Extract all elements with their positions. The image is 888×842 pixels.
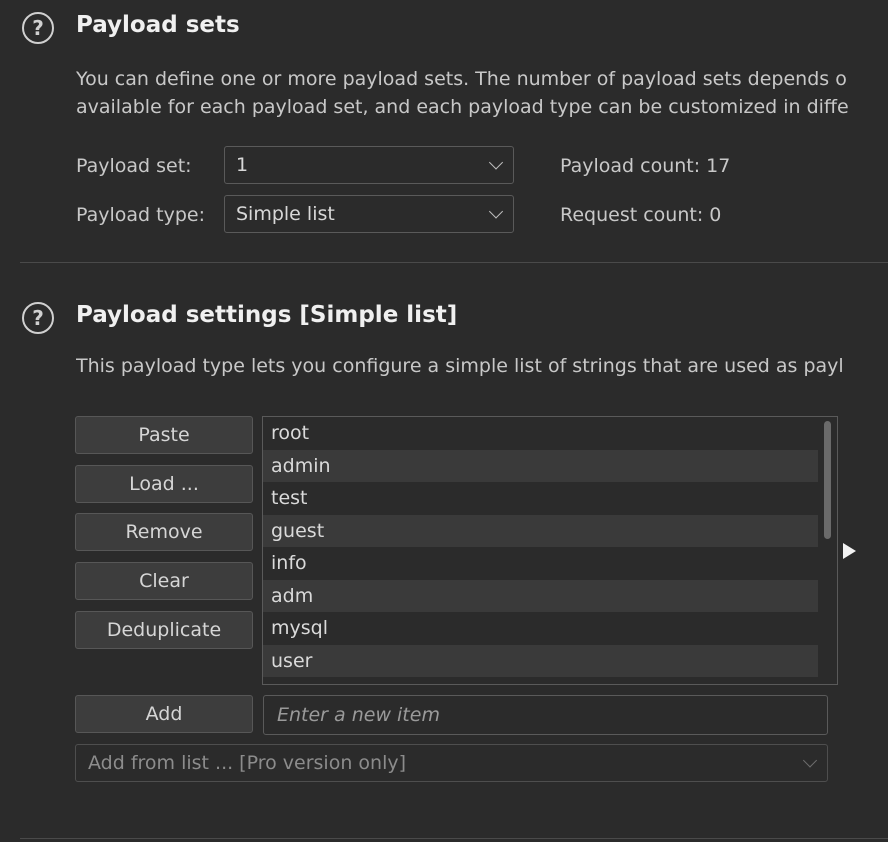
list-item[interactable]: admin bbox=[263, 449, 818, 482]
load-button[interactable]: Load ... bbox=[75, 465, 253, 503]
deduplicate-button[interactable]: Deduplicate bbox=[75, 611, 253, 649]
list-item[interactable]: root bbox=[263, 417, 818, 450]
payload-count: Payload count: 17 bbox=[560, 155, 731, 177]
payload-set-value: 1 bbox=[236, 154, 249, 176]
new-item-input[interactable]: Enter a new item bbox=[263, 695, 828, 735]
list-item[interactable]: guest bbox=[263, 514, 818, 547]
paste-button[interactable]: Paste bbox=[75, 416, 253, 454]
new-item-placeholder: Enter a new item bbox=[277, 704, 440, 726]
list-item[interactable]: test bbox=[263, 482, 818, 515]
add-button[interactable]: Add bbox=[75, 695, 253, 733]
payload-settings-description: This payload type lets you configure a s… bbox=[76, 355, 844, 377]
chevron-down-icon bbox=[802, 753, 818, 768]
payload-set-select[interactable]: 1 bbox=[224, 146, 514, 184]
list-scrollbar-thumb[interactable] bbox=[824, 421, 831, 539]
payload-settings-title: Payload settings [Simple list] bbox=[76, 302, 458, 328]
list-item[interactable]: info bbox=[263, 547, 818, 580]
section-divider bbox=[20, 262, 888, 263]
payload-sets-description-line1: You can define one or more payload sets.… bbox=[76, 68, 847, 90]
list-item[interactable]: mysql bbox=[263, 612, 818, 645]
add-from-list-select: Add from list ... [Pro version only] bbox=[75, 744, 828, 782]
chevron-down-icon bbox=[488, 204, 504, 219]
payload-type-select[interactable]: Simple list bbox=[224, 195, 514, 233]
list-scrollbar[interactable] bbox=[819, 417, 837, 684]
add-from-list-label: Add from list ... [Pro version only] bbox=[88, 752, 407, 774]
remove-button[interactable]: Remove bbox=[75, 513, 253, 551]
request-count: Request count: 0 bbox=[560, 204, 722, 226]
triangle-right-icon[interactable] bbox=[843, 543, 856, 559]
payload-settings-help-icon[interactable]: ? bbox=[22, 302, 54, 334]
payload-sets-title: Payload sets bbox=[76, 12, 240, 38]
payload-sets-help-icon[interactable]: ? bbox=[22, 12, 54, 44]
list-item[interactable]: user bbox=[263, 644, 818, 677]
chevron-down-icon bbox=[488, 155, 504, 170]
clear-button[interactable]: Clear bbox=[75, 562, 253, 600]
payload-list[interactable]: root admin test guest info adm mysql use… bbox=[262, 416, 838, 685]
section-divider bbox=[20, 838, 888, 839]
payload-set-label: Payload set: bbox=[76, 155, 192, 177]
payload-type-label: Payload type: bbox=[76, 204, 205, 226]
payload-type-value: Simple list bbox=[236, 203, 335, 225]
list-item[interactable]: adm bbox=[263, 579, 818, 612]
payload-sets-description-line2: available for each payload set, and each… bbox=[76, 96, 849, 118]
